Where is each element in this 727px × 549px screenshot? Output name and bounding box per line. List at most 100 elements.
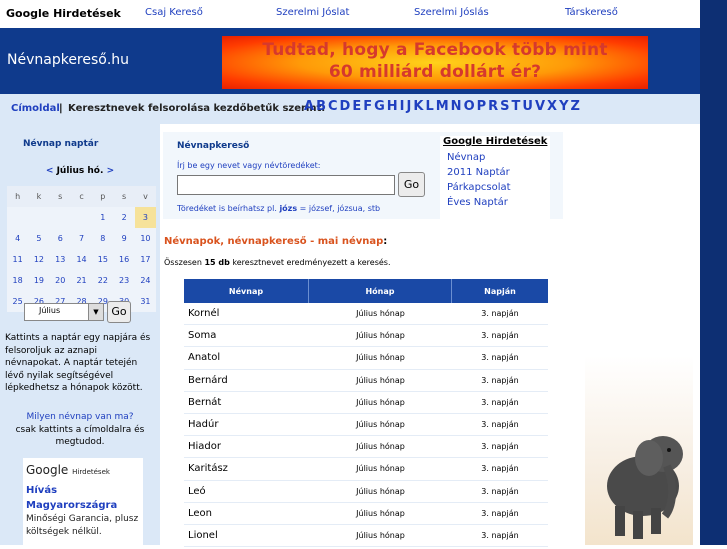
calendar-day-link[interactable]: 22 (98, 276, 108, 285)
calendar-day-cell: 16 (113, 249, 135, 270)
table-cell: Július hónap (309, 325, 452, 348)
google-ads-box: Google Hirdetések Névnap 2011 Naptár Pár… (440, 136, 550, 237)
calendar-day-cell: 3 (134, 207, 157, 228)
letter-link[interactable]: Y (559, 99, 568, 114)
calendar-day-link[interactable]: 8 (100, 234, 105, 243)
topnav-link-szerelmi-joslas[interactable]: Szerelmi Jóslás (414, 7, 489, 18)
letter-link[interactable]: K (413, 99, 423, 114)
calendar-day-link[interactable]: 1 (100, 213, 105, 222)
calendar-day-link[interactable]: 15 (98, 255, 108, 264)
letter-link[interactable]: S (500, 99, 509, 114)
letter-link[interactable]: B (316, 99, 326, 114)
name-search-input[interactable] (177, 175, 395, 195)
calendar-day-cell: 18 (7, 270, 29, 291)
topnav-link-szerelmi-joslat[interactable]: Szerelmi Jóslat (276, 7, 349, 18)
letter-link[interactable]: U (522, 99, 533, 114)
calendar-day-link[interactable]: 31 (140, 297, 150, 306)
letter-link[interactable]: I (400, 99, 405, 114)
month-select-value: Július (39, 306, 61, 315)
alphabar-lead: Keresztnevek felsorolása kezdőbetűk szer… (68, 103, 326, 114)
letter-link[interactable]: E (352, 99, 361, 114)
calendar-day-cell: 24 (134, 270, 157, 291)
ad-link-eves-naptar[interactable]: Éves Naptár (447, 196, 550, 210)
letter-link[interactable]: H (387, 99, 398, 114)
ad-link-nevnap[interactable]: Névnap (447, 151, 550, 165)
ad-link-parkapcsolat[interactable]: Párkapcsolat (447, 181, 550, 195)
letter-link[interactable]: X (547, 99, 557, 114)
table-cell: Július hónap (309, 525, 452, 548)
letter-link[interactable]: N (451, 99, 462, 114)
calendar-day-link[interactable]: 4 (15, 234, 20, 243)
letter-link[interactable]: D (340, 99, 351, 114)
calendar-day-link[interactable]: 20 (55, 276, 65, 285)
letter-link[interactable]: J (407, 99, 412, 114)
letter-link[interactable]: A (304, 99, 314, 114)
weekday-label: h (7, 186, 29, 207)
next-month-link[interactable]: > (107, 166, 115, 176)
calendar-day-link[interactable]: 25 (13, 297, 23, 306)
calendar-day-link[interactable]: 21 (76, 276, 86, 285)
calendar-day-link[interactable]: 24 (140, 276, 150, 285)
calendar-weekday-row: hkscpsv (7, 186, 157, 207)
table-cell: Soma (184, 325, 309, 348)
letter-link[interactable]: R (488, 99, 498, 114)
site-title[interactable]: Névnapkereső.hu (7, 52, 129, 68)
table-cell: Július hónap (309, 481, 452, 503)
sidebar-google-ad: Google Hirdetések Hívás Magyarországra M… (23, 458, 143, 545)
facebook-banner-ad[interactable]: Tudtad, hogy a Facebook több mint 60 mil… (222, 36, 648, 89)
calendar-day-link[interactable]: 16 (119, 255, 129, 264)
calendar-day-link[interactable]: 6 (58, 234, 63, 243)
calendar-day-link[interactable]: 7 (79, 234, 84, 243)
calendar-week-row: 4 5 6 7 8 9 10 (7, 228, 157, 249)
sidebar: Névnap naptár < Július hó. > hkscpsv1234… (0, 124, 160, 545)
todays-nameday-link[interactable]: Milyen névnap van ma? (26, 412, 133, 422)
letter-link[interactable]: C (328, 99, 338, 114)
search-go-button[interactable]: Go (398, 172, 425, 197)
calendar-day-link[interactable]: 2 (122, 213, 127, 222)
calendar-day-link[interactable]: 23 (119, 276, 129, 285)
topnav-link-csaj-kereso[interactable]: Csaj Kereső (145, 7, 203, 18)
letter-link[interactable]: F (363, 99, 372, 114)
results-title-text: Névnapok, névnapkereső - mai névnap (164, 236, 384, 247)
calendar-day-link[interactable]: 12 (34, 255, 44, 264)
letter-link[interactable]: P (477, 99, 487, 114)
calendar-day-cell: 9 (113, 228, 135, 249)
alphabar-separator: | (59, 103, 63, 114)
calendar-day-link[interactable]: 3 (143, 213, 148, 222)
table-row: Karitász Július hónap 3. napján (184, 458, 548, 481)
calendar-day-link[interactable]: 10 (140, 234, 150, 243)
calendar-day-link[interactable]: 13 (55, 255, 65, 264)
table-row: Bernát Július hónap 3. napján (184, 392, 548, 414)
calendar-day-link[interactable]: 5 (36, 234, 41, 243)
calendar-day-link[interactable]: 18 (13, 276, 23, 285)
nameday-table: Névnap Hónap Napján Kornél Július hónap 3. na… (184, 279, 548, 548)
topnav-link-google-ads[interactable]: Google Hirdetések (6, 7, 121, 20)
main-content: Névnapkereső Írj be egy nevet vagy névtö… (160, 124, 700, 548)
hint-example: józs (279, 204, 298, 213)
calendar-day-cell: 12 (28, 249, 50, 270)
letter-link[interactable]: O (464, 99, 475, 114)
table-row: Kornél Július hónap 3. napján (184, 303, 548, 326)
letter-link[interactable]: L (425, 99, 433, 114)
calendar-day-link[interactable]: 9 (122, 234, 127, 243)
calendar-day-link[interactable]: 11 (13, 255, 23, 264)
letter-link[interactable]: M (436, 99, 449, 114)
letter-link[interactable]: V (535, 99, 545, 114)
ad-link-2011-naptar[interactable]: 2011 Naptár (447, 166, 550, 180)
calendar-day-link[interactable]: 19 (34, 276, 44, 285)
topnav-link-tarskereso[interactable]: Társkereső (565, 7, 618, 18)
prev-month-link[interactable]: < (46, 166, 54, 176)
letter-link[interactable]: T (512, 99, 521, 114)
chevron-down-icon[interactable]: ▼ (88, 304, 103, 320)
calendar-go-button[interactable]: Go (107, 301, 131, 323)
home-link[interactable]: Címoldal (11, 103, 60, 114)
calendar-day-link[interactable]: 17 (140, 255, 150, 264)
letter-link[interactable]: Z (571, 99, 580, 114)
search-hint: Töredéket is beírhatsz pl. józs = józsef… (177, 204, 380, 213)
calendar-day-link[interactable]: 14 (76, 255, 86, 264)
results-title-colon: : (383, 236, 388, 247)
calendar-day-cell: 10 (134, 228, 157, 249)
letter-link[interactable]: G (374, 99, 385, 114)
ad-link-hivas[interactable]: Hívás Magyarországra (26, 483, 140, 513)
month-select[interactable]: Július ▼ (24, 303, 104, 321)
